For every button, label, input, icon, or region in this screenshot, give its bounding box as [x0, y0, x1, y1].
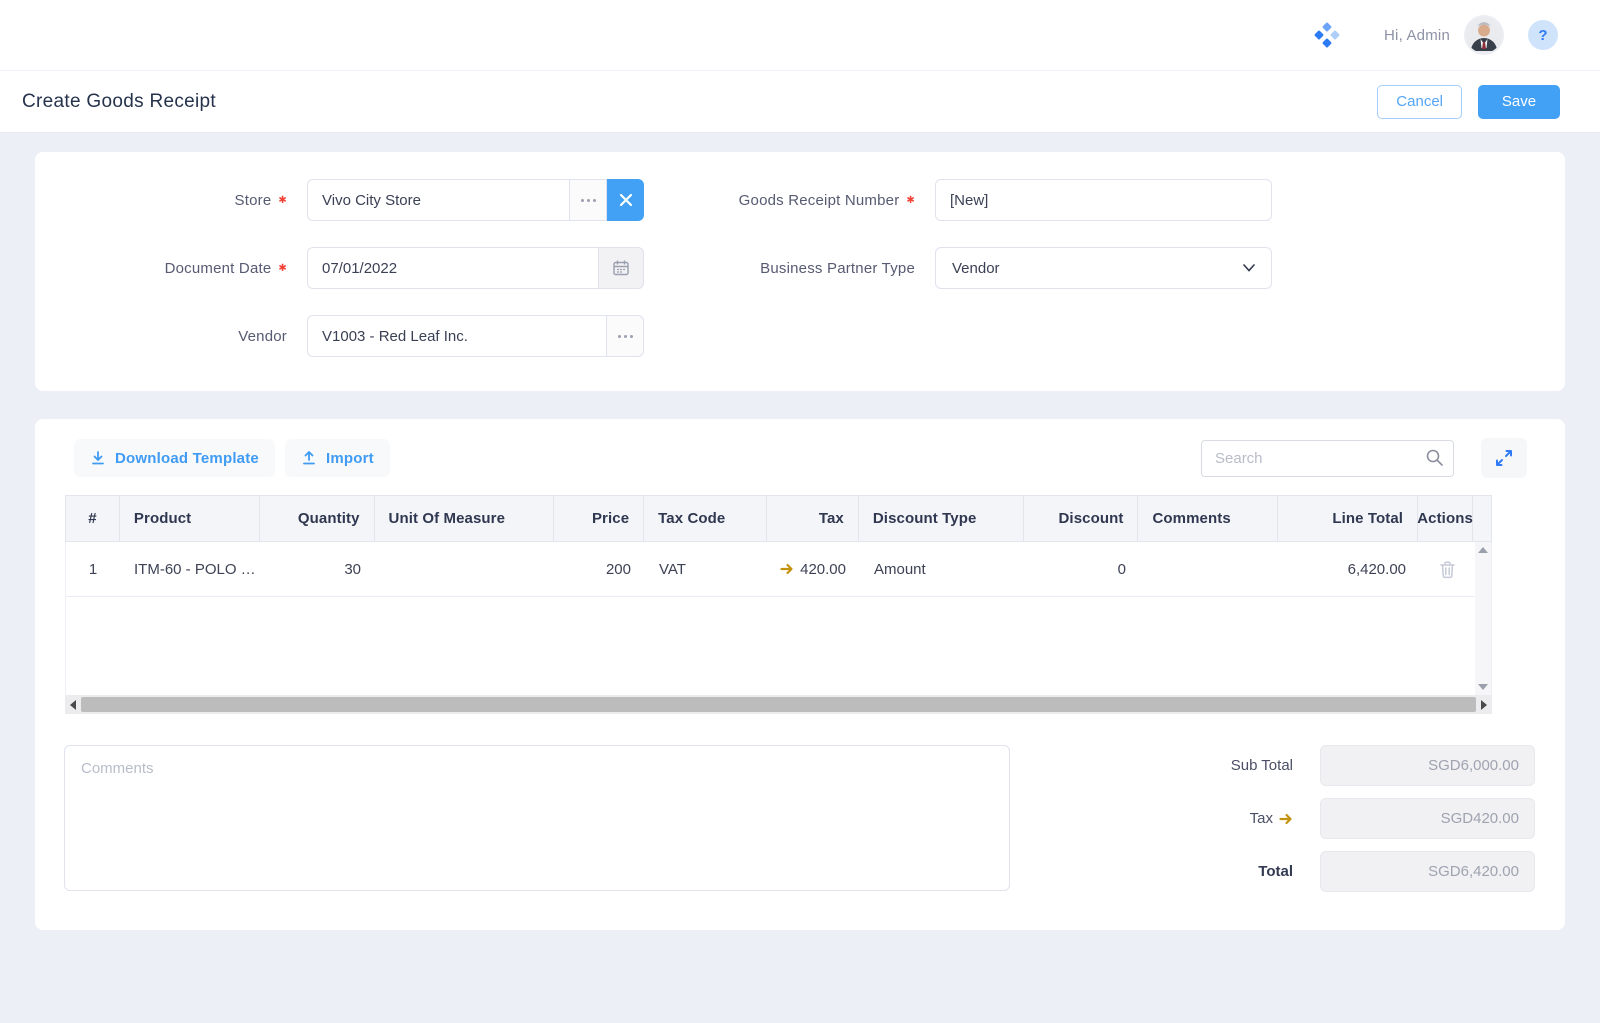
chevron-down-icon — [1243, 264, 1255, 272]
trash-icon — [1439, 560, 1456, 579]
col-header-discount-type[interactable]: Discount Type — [859, 496, 1024, 541]
goods-receipt-number-input[interactable] — [935, 179, 1272, 221]
download-icon — [90, 450, 106, 466]
search-input[interactable] — [1201, 440, 1454, 477]
col-header-tax[interactable]: Tax — [767, 496, 859, 541]
cell-num: 1 — [66, 542, 120, 596]
items-footer: Sub Total SGD6,000.00 Tax SGD420.00 Tota… — [64, 745, 1535, 892]
col-header-line-total[interactable]: Line Total — [1278, 496, 1418, 541]
table-body: 1 ITM-60 - POLO … 30 200 VAT 420.00 Am — [66, 542, 1475, 695]
sub-total-value: SGD6,000.00 — [1320, 745, 1535, 786]
scroll-left-arrow[interactable] — [70, 700, 76, 710]
horizontal-scroll-thumb[interactable] — [81, 697, 1476, 712]
scroll-right-arrow[interactable] — [1481, 700, 1487, 710]
col-header-actions[interactable]: Actions — [1418, 496, 1473, 541]
title-bar: Create Goods Receipt Cancel Save — [0, 70, 1600, 132]
ellipsis-icon — [581, 199, 596, 202]
store-input[interactable] — [307, 179, 569, 221]
download-template-button[interactable]: Download Template — [74, 439, 275, 477]
cell-actions — [1420, 542, 1475, 596]
expand-grid-button[interactable] — [1481, 438, 1527, 478]
col-header-product[interactable]: Product — [120, 496, 260, 541]
cell-discount: 0 — [1025, 542, 1140, 596]
document-date-label: Document Date✱ — [35, 260, 287, 277]
import-button[interactable]: Import — [285, 439, 390, 477]
cell-tax: 420.00 — [768, 542, 860, 596]
col-header-quantity[interactable]: Quantity — [260, 496, 375, 541]
cell-line-total: 6,420.00 — [1280, 542, 1420, 596]
col-header-unit-of-measure[interactable]: Unit Of Measure — [375, 496, 555, 541]
goods-receipt-number-label: Goods Receipt Number✱ — [715, 192, 915, 209]
user-greeting: Hi, Admin — [1384, 27, 1450, 44]
ellipsis-icon — [618, 335, 633, 338]
col-header-tax-code[interactable]: Tax Code — [644, 496, 767, 541]
line-items-table: # Product Quantity Unit Of Measure Price… — [65, 495, 1492, 714]
comments-textarea[interactable] — [64, 745, 1010, 891]
grand-total-label: Total — [1258, 863, 1293, 880]
apps-menu-icon[interactable] — [1310, 18, 1344, 52]
required-asterisk: ✱ — [906, 195, 915, 206]
vendor-input[interactable] — [307, 315, 606, 357]
items-toolbar: Download Template Import — [35, 438, 1565, 478]
required-asterisk: ✱ — [278, 195, 287, 206]
expand-icon — [1495, 449, 1513, 467]
store-lookup-button[interactable] — [569, 179, 607, 221]
tax-arrow-icon — [780, 563, 794, 575]
business-partner-type-select[interactable]: Vendor — [935, 247, 1272, 289]
totals-panel: Sub Total SGD6,000.00 Tax SGD420.00 Tota… — [1231, 745, 1535, 892]
col-header-comments[interactable]: Comments — [1138, 496, 1278, 541]
grand-total-value: SGD6,420.00 — [1320, 851, 1535, 892]
goods-receipt-form-card: Store✱ Document Date✱ — [35, 152, 1565, 391]
cell-product: ITM-60 - POLO … — [120, 542, 260, 596]
header-scrollbar-filler — [1473, 496, 1491, 541]
cell-unit-of-measure — [375, 542, 555, 596]
document-date-input[interactable] — [307, 247, 598, 289]
business-partner-type-label: Business Partner Type — [715, 260, 915, 277]
cell-tax-code: VAT — [645, 542, 768, 596]
close-icon — [619, 193, 633, 207]
top-bar: Hi, Admin ? — [0, 0, 1600, 70]
table-header-row: # Product Quantity Unit Of Measure Price… — [65, 495, 1492, 542]
page-content: Store✱ Document Date✱ — [0, 132, 1600, 930]
scroll-down-arrow[interactable] — [1478, 684, 1488, 690]
user-avatar[interactable] — [1464, 15, 1504, 55]
line-items-card: Download Template Import — [35, 419, 1565, 930]
col-header-price[interactable]: Price — [554, 496, 644, 541]
vendor-lookup-button[interactable] — [606, 315, 644, 357]
tax-total-label: Tax — [1250, 810, 1293, 827]
cell-price: 200 — [555, 542, 645, 596]
store-clear-button[interactable] — [607, 179, 644, 221]
tax-total-value: SGD420.00 — [1320, 798, 1535, 839]
cell-discount-type: Amount — [860, 542, 1025, 596]
scroll-up-arrow[interactable] — [1478, 547, 1488, 553]
cell-quantity: 30 — [260, 542, 375, 596]
required-asterisk: ✱ — [278, 263, 287, 274]
calendar-icon — [612, 259, 630, 277]
cell-comments — [1140, 542, 1280, 596]
upload-icon — [301, 450, 317, 466]
search-icon[interactable] — [1425, 448, 1444, 472]
horizontal-scrollbar[interactable] — [65, 695, 1492, 714]
store-label: Store✱ — [35, 192, 287, 209]
sub-total-label: Sub Total — [1231, 757, 1293, 774]
page-title: Create Goods Receipt — [22, 91, 216, 113]
vertical-scrollbar[interactable] — [1475, 542, 1491, 695]
cancel-button[interactable]: Cancel — [1377, 85, 1462, 119]
calendar-picker-button[interactable] — [598, 247, 644, 289]
col-header-discount[interactable]: Discount — [1024, 496, 1139, 541]
vendor-label: Vendor — [35, 328, 287, 345]
table-row[interactable]: 1 ITM-60 - POLO … 30 200 VAT 420.00 Am — [66, 542, 1475, 597]
delete-row-button[interactable] — [1439, 560, 1456, 579]
col-header-num[interactable]: # — [66, 496, 120, 541]
help-icon[interactable]: ? — [1528, 20, 1558, 50]
save-button[interactable]: Save — [1478, 85, 1560, 119]
tax-arrow-icon — [1279, 813, 1293, 825]
